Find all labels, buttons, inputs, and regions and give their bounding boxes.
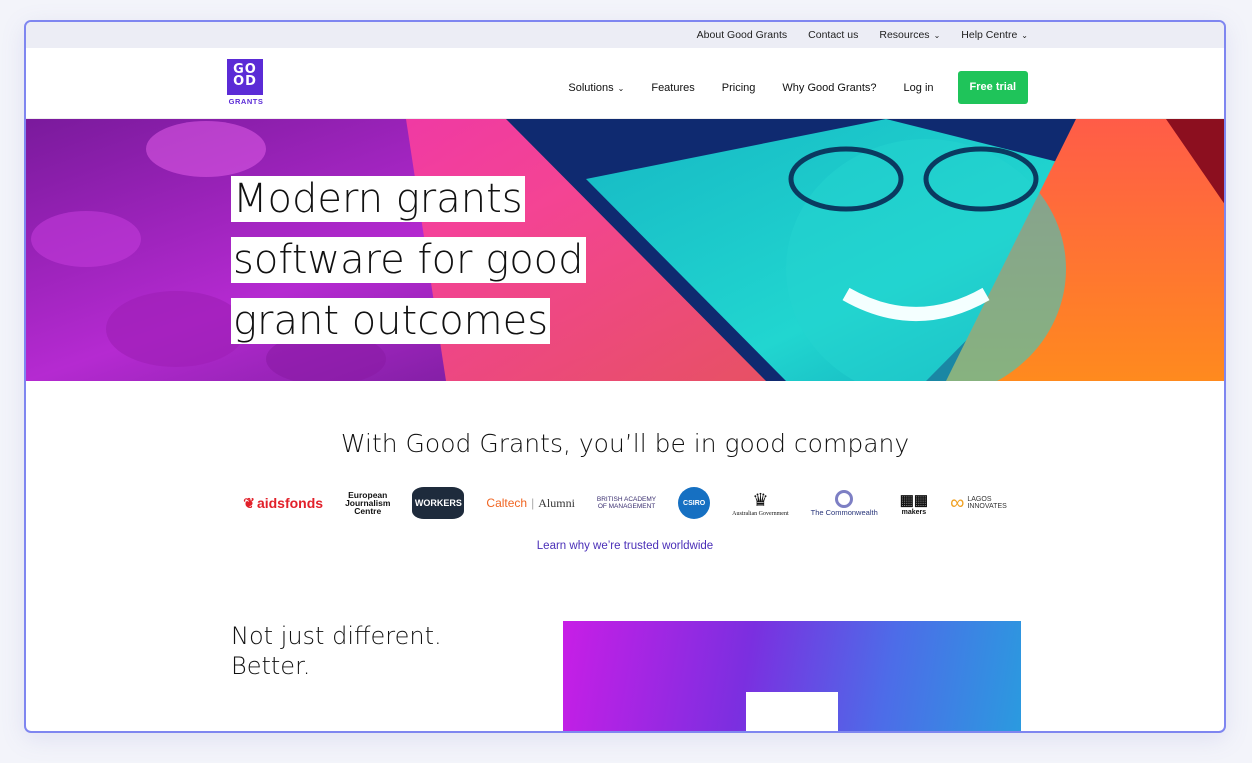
nav-why[interactable]: Why Good Grants? <box>782 82 876 94</box>
ausgov-text: Australian Government <box>732 510 789 517</box>
caltech-alumni-logo: Caltech | Alumni <box>486 496 574 511</box>
nav-features[interactable]: Features <box>651 82 694 94</box>
logo-mark: GO OD <box>227 59 263 95</box>
bam-line1: BRITISH ACADEMY <box>596 496 657 503</box>
hero-line1: Modern grants <box>231 176 525 222</box>
promo-logo-card <box>746 692 838 731</box>
filmmakers-logo: ▦▦ makers <box>900 491 928 516</box>
tagline: Not just different. Better. <box>231 621 442 681</box>
crest-icon: ♛ <box>752 489 769 510</box>
workers-text: WORKERS <box>414 498 462 508</box>
filmmakers-text: makers <box>901 508 927 516</box>
csiro-text: CSIRO <box>683 499 706 507</box>
workers-lab-logo: WORKERS <box>412 487 465 519</box>
free-trial-button[interactable]: Free trial <box>957 71 1028 104</box>
main-nav: Solutions ⌄ Features Pricing Why Good Gra… <box>568 71 1028 104</box>
aidsfonds-text: aidsfonds <box>256 495 324 511</box>
lagos-line2: INNOVATES <box>967 503 1007 510</box>
caltech-text: Caltech <box>486 496 528 510</box>
company-title: With Good Grants, you’ll be in good comp… <box>340 429 910 458</box>
film-icon: ▦▦ <box>899 491 929 509</box>
chevron-down-icon: ⌄ <box>933 31 941 40</box>
ejc-line3: Centre <box>354 506 382 516</box>
chevron-down-icon: ⌄ <box>1021 31 1028 40</box>
help-label: Help Centre <box>961 29 1018 41</box>
lagos-text: LAGOS INNOVATES <box>967 496 1006 510</box>
tagline-line1: Not just different. <box>231 622 442 650</box>
hero-image <box>26 119 1224 381</box>
browser-frame: About Good Grants Contact us Resources ⌄ … <box>24 20 1226 733</box>
logo-line2: OD <box>233 74 257 89</box>
contact-link[interactable]: Contact us <box>808 29 858 41</box>
ribbon-icon: ❦ <box>243 494 255 511</box>
divider: | <box>531 496 535 510</box>
ausgov-logo: ♛ Australian Government <box>732 490 788 517</box>
commonwealth-icon <box>835 489 854 508</box>
good-grants-logo[interactable]: GO OD GRANTS <box>227 59 265 106</box>
hero-line3: grant outcomes <box>231 298 551 344</box>
hero-headline: Modern grants software for good grant ou… <box>231 171 586 354</box>
commonwealth-logo: The Commonwealth <box>810 489 878 517</box>
bam-line2: OF MANAGEMENT <box>597 503 656 510</box>
bam-logo: BRITISH ACADEMY OF MANAGEMENT <box>597 496 656 510</box>
hero-line2: software for good <box>231 237 586 283</box>
hero-banner: Modern grants software for good grant ou… <box>26 119 1224 381</box>
aidsfonds-logo: ❦ aidsfonds <box>243 495 323 512</box>
help-menu[interactable]: Help Centre ⌄ <box>961 29 1028 41</box>
commonwealth-text: The Commonwealth <box>810 507 878 517</box>
ejc-logo: European Journalism Centre <box>345 491 390 516</box>
learn-why-link[interactable]: Learn why we’re trusted worldwide <box>26 540 1224 552</box>
nav-pricing[interactable]: Pricing <box>722 82 756 94</box>
client-logos: ❦ aidsfonds European Journalism Centre WO… <box>26 483 1224 523</box>
utility-nav: About Good Grants Contact us Resources ⌄ … <box>26 22 1224 48</box>
resources-label: Resources <box>879 29 930 41</box>
infinity-icon: ∞ <box>950 491 965 514</box>
chevron-down-icon: ⌄ <box>617 83 625 93</box>
logo-wordmark: GRANTS <box>228 97 264 106</box>
alumni-text: Alumni <box>538 495 575 510</box>
csiro-logo: CSIRO <box>678 487 711 519</box>
nav-solutions-label: Solutions <box>568 81 614 94</box>
tagline-line2: Better. <box>231 652 311 680</box>
promo-video[interactable] <box>563 621 1021 731</box>
lagos-logo: ∞ LAGOS INNOVATES <box>950 492 1007 515</box>
site-header: GO OD GRANTS Solutions ⌄ Features Pricing… <box>26 48 1224 119</box>
about-link[interactable]: About Good Grants <box>697 29 787 41</box>
resources-menu[interactable]: Resources ⌄ <box>879 29 940 41</box>
nav-login[interactable]: Log in <box>904 82 934 94</box>
lagos-line1: LAGOS <box>967 496 992 503</box>
nav-solutions[interactable]: Solutions ⌄ <box>568 82 624 94</box>
